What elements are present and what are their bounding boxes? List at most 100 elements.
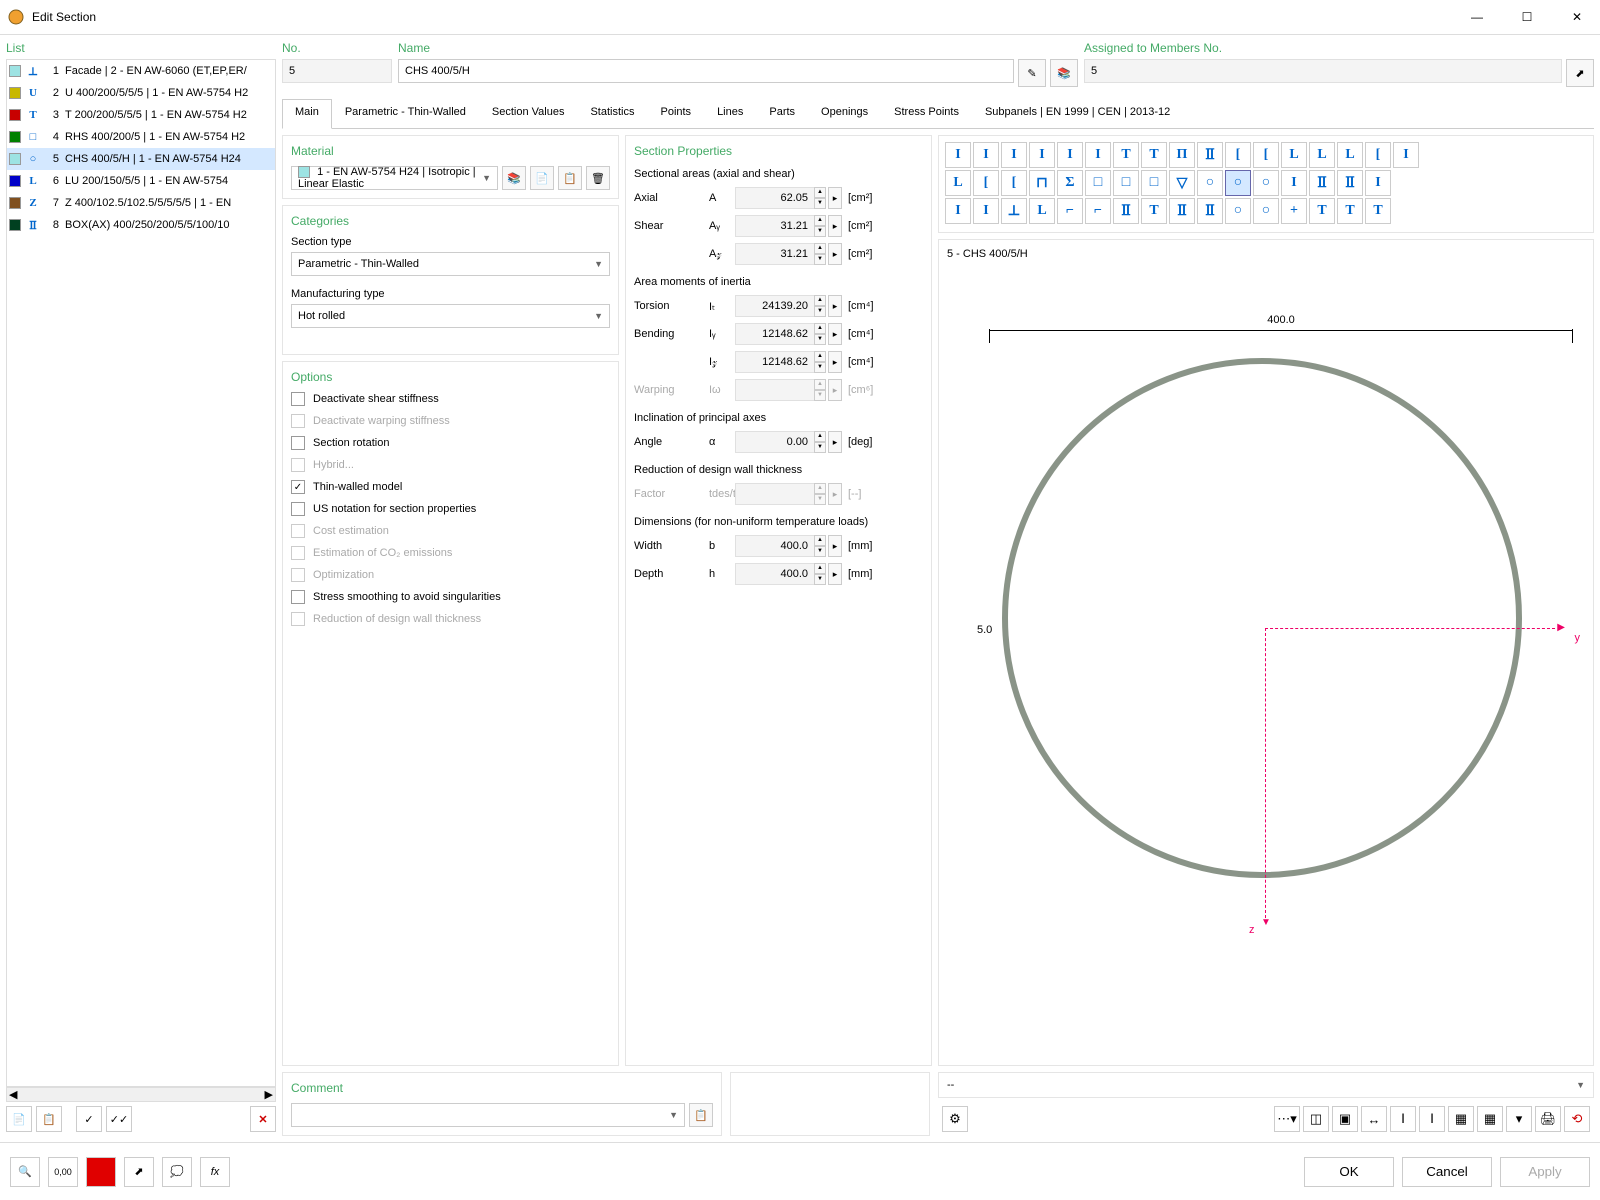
name-library-button[interactable]: 📚 bbox=[1050, 59, 1078, 87]
material-new-button[interactable]: 📄 bbox=[530, 166, 554, 190]
list-copy-button[interactable]: 📋 bbox=[36, 1106, 62, 1132]
shape-button[interactable]: □ bbox=[1141, 170, 1167, 196]
shape-button[interactable]: I bbox=[1085, 142, 1111, 168]
comment-field[interactable]: ▼ bbox=[291, 1103, 685, 1127]
shape-button[interactable]: L bbox=[945, 170, 971, 196]
shape-button[interactable]: + bbox=[1281, 198, 1307, 224]
property-menu-button[interactable]: ▸ bbox=[828, 243, 842, 265]
property-value[interactable] bbox=[735, 431, 815, 453]
tab[interactable]: Lines bbox=[704, 99, 756, 128]
preview-stress-button[interactable]: ▣ bbox=[1332, 1106, 1358, 1132]
preview-print-button[interactable]: 🖨 bbox=[1535, 1106, 1561, 1132]
shape-button[interactable]: ⊥ bbox=[1001, 198, 1027, 224]
footer-layer-button[interactable]: ⬈ bbox=[124, 1157, 154, 1187]
shape-button[interactable]: □ bbox=[1085, 170, 1111, 196]
shape-button[interactable]: I bbox=[945, 142, 971, 168]
property-value[interactable] bbox=[735, 535, 815, 557]
property-value[interactable] bbox=[735, 215, 815, 237]
shape-button[interactable]: ⌐ bbox=[1057, 198, 1083, 224]
preview-reset-button[interactable]: ⟲ bbox=[1564, 1106, 1590, 1132]
property-menu-button[interactable]: ▸ bbox=[828, 431, 842, 453]
assigned-field[interactable]: 5 bbox=[1084, 59, 1562, 83]
spinner[interactable]: ▲▼ bbox=[814, 351, 826, 373]
shape-button[interactable]: Ⅱ bbox=[1169, 198, 1195, 224]
preview-status-bar[interactable]: --▼ bbox=[938, 1072, 1594, 1098]
preview-canvas[interactable]: 400.0 5.0 y z bbox=[947, 268, 1585, 928]
spinner[interactable]: ▲▼ bbox=[814, 323, 826, 345]
shape-button[interactable]: [ bbox=[1225, 142, 1251, 168]
shape-button[interactable]: Π bbox=[1169, 142, 1195, 168]
comment-pick-button[interactable]: 📋 bbox=[689, 1103, 713, 1127]
shape-button[interactable]: T bbox=[1113, 142, 1139, 168]
list-item[interactable]: ⊥1Facade | 2 - EN AW-6060 (ET,EP,ER/ bbox=[7, 60, 275, 82]
property-value[interactable] bbox=[735, 243, 815, 265]
close-button[interactable]: ✕ bbox=[1562, 7, 1592, 27]
material-edit-button[interactable]: 📋 bbox=[558, 166, 582, 190]
spinner[interactable]: ▲▼ bbox=[814, 563, 826, 585]
footer-color-button[interactable] bbox=[86, 1157, 116, 1187]
list-new-button[interactable]: 📄 bbox=[6, 1106, 32, 1132]
tab[interactable]: Parts bbox=[756, 99, 808, 128]
shape-button[interactable]: [ bbox=[1253, 142, 1279, 168]
minimize-button[interactable]: — bbox=[1462, 7, 1492, 27]
shape-button[interactable]: ○ bbox=[1253, 198, 1279, 224]
shape-button[interactable]: L bbox=[1281, 142, 1307, 168]
no-field[interactable]: 5 bbox=[282, 59, 392, 83]
property-value[interactable] bbox=[735, 563, 815, 585]
shape-button[interactable]: I bbox=[1057, 142, 1083, 168]
shape-button[interactable]: ○ bbox=[1197, 170, 1223, 196]
preview-axes-button[interactable]: ◫ bbox=[1303, 1106, 1329, 1132]
option-checkbox[interactable]: Section rotation bbox=[291, 436, 610, 450]
shape-button[interactable]: T bbox=[1365, 198, 1391, 224]
name-edit-button[interactable]: ✎ bbox=[1018, 59, 1046, 87]
preview-more-button[interactable]: ▾ bbox=[1506, 1106, 1532, 1132]
footer-fx-button[interactable]: fx bbox=[200, 1157, 230, 1187]
spinner[interactable]: ▲▼ bbox=[814, 215, 826, 237]
list-delete-button[interactable]: ✕ bbox=[250, 1106, 276, 1132]
property-value[interactable] bbox=[735, 351, 815, 373]
property-menu-button[interactable]: ▸ bbox=[828, 187, 842, 209]
list-item[interactable]: ○5CHS 400/5/H | 1 - EN AW-5754 H24 bbox=[7, 148, 275, 170]
option-checkbox[interactable]: US notation for section properties bbox=[291, 502, 610, 516]
property-value[interactable] bbox=[735, 323, 815, 345]
shape-button[interactable]: T bbox=[1141, 198, 1167, 224]
property-value[interactable] bbox=[735, 295, 815, 317]
footer-help-button[interactable]: 🔍 bbox=[10, 1157, 40, 1187]
shape-button[interactable]: ○ bbox=[1225, 170, 1251, 196]
property-menu-button[interactable]: ▸ bbox=[828, 351, 842, 373]
shape-button[interactable]: T bbox=[1141, 142, 1167, 168]
tab[interactable]: Section Values bbox=[479, 99, 578, 128]
cancel-button[interactable]: Cancel bbox=[1402, 1157, 1492, 1187]
shape-button[interactable]: L bbox=[1029, 198, 1055, 224]
manufacturing-dropdown[interactable]: Hot rolled▼ bbox=[291, 304, 610, 328]
shape-button[interactable]: □ bbox=[1113, 170, 1139, 196]
ok-button[interactable]: OK bbox=[1304, 1157, 1394, 1187]
shape-button[interactable]: [ bbox=[1001, 170, 1027, 196]
footer-units-button[interactable]: 0,00 bbox=[48, 1157, 78, 1187]
shape-button[interactable]: Ⅱ bbox=[1309, 170, 1335, 196]
shape-button[interactable]: I bbox=[945, 198, 971, 224]
list-item[interactable]: Ⅱ8BOX(AX) 400/250/200/5/5/100/10 bbox=[7, 214, 275, 236]
shape-button[interactable]: I bbox=[1281, 170, 1307, 196]
shape-button[interactable]: I bbox=[1393, 142, 1419, 168]
spinner[interactable]: ▲▼ bbox=[814, 431, 826, 453]
shape-button[interactable]: ○ bbox=[1225, 198, 1251, 224]
property-menu-button[interactable]: ▸ bbox=[828, 215, 842, 237]
shape-button[interactable]: L bbox=[1337, 142, 1363, 168]
property-menu-button[interactable]: ▸ bbox=[828, 563, 842, 585]
tab[interactable]: Statistics bbox=[577, 99, 647, 128]
section-list[interactable]: ⊥1Facade | 2 - EN AW-6060 (ET,EP,ER/U2U … bbox=[6, 59, 276, 1087]
list-item[interactable]: Z7Z 400/102.5/102.5/5/5/5/5 | 1 - EN bbox=[7, 192, 275, 214]
list-item[interactable]: U2U 400/200/5/5/5 | 1 - EN AW-5754 H2 bbox=[7, 82, 275, 104]
shape-button[interactable]: T bbox=[1337, 198, 1363, 224]
option-checkbox[interactable]: Stress smoothing to avoid singularities bbox=[291, 590, 610, 604]
spinner[interactable]: ▲▼ bbox=[814, 187, 826, 209]
preview-fill-button[interactable]: ▦ bbox=[1448, 1106, 1474, 1132]
material-library-button[interactable]: 📚 bbox=[502, 166, 526, 190]
spinner[interactable]: ▲▼ bbox=[814, 295, 826, 317]
material-dropdown[interactable]: 1 - EN AW-5754 H24 | Isotropic | Linear … bbox=[291, 166, 498, 190]
assigned-pick-button[interactable]: ⬈ bbox=[1566, 59, 1594, 87]
shape-button[interactable]: [ bbox=[973, 170, 999, 196]
tab[interactable]: Openings bbox=[808, 99, 881, 128]
name-field[interactable]: CHS 400/5/H bbox=[398, 59, 1014, 83]
